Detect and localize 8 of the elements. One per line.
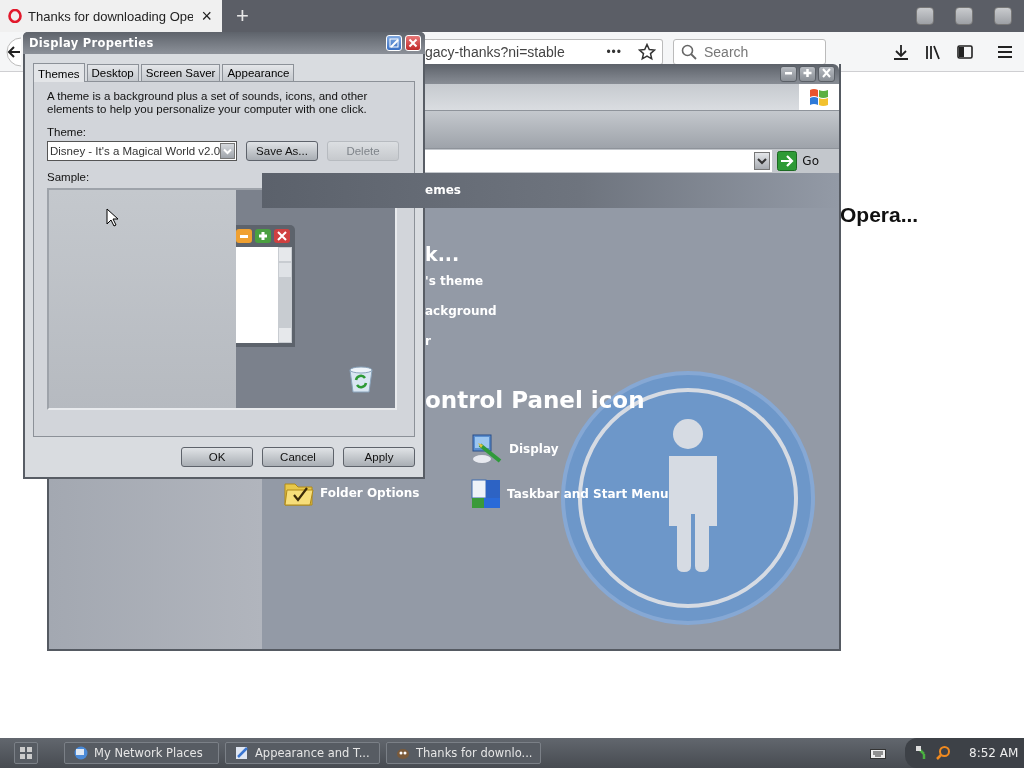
sample-label: Sample:	[47, 171, 91, 183]
dialog-title: Display Properties	[29, 36, 155, 50]
theme-label: Theme:	[47, 126, 87, 138]
description-text: A theme is a background plus a set of sounds, icons, and other elements to help you personalize your computer with one click.	[47, 90, 369, 116]
page-heading: Opera...	[840, 203, 920, 227]
clock: 8:52 AM	[969, 746, 1019, 760]
icon-heading: ontrol Panel icon	[425, 386, 646, 415]
task-heading: k...	[425, 242, 461, 266]
